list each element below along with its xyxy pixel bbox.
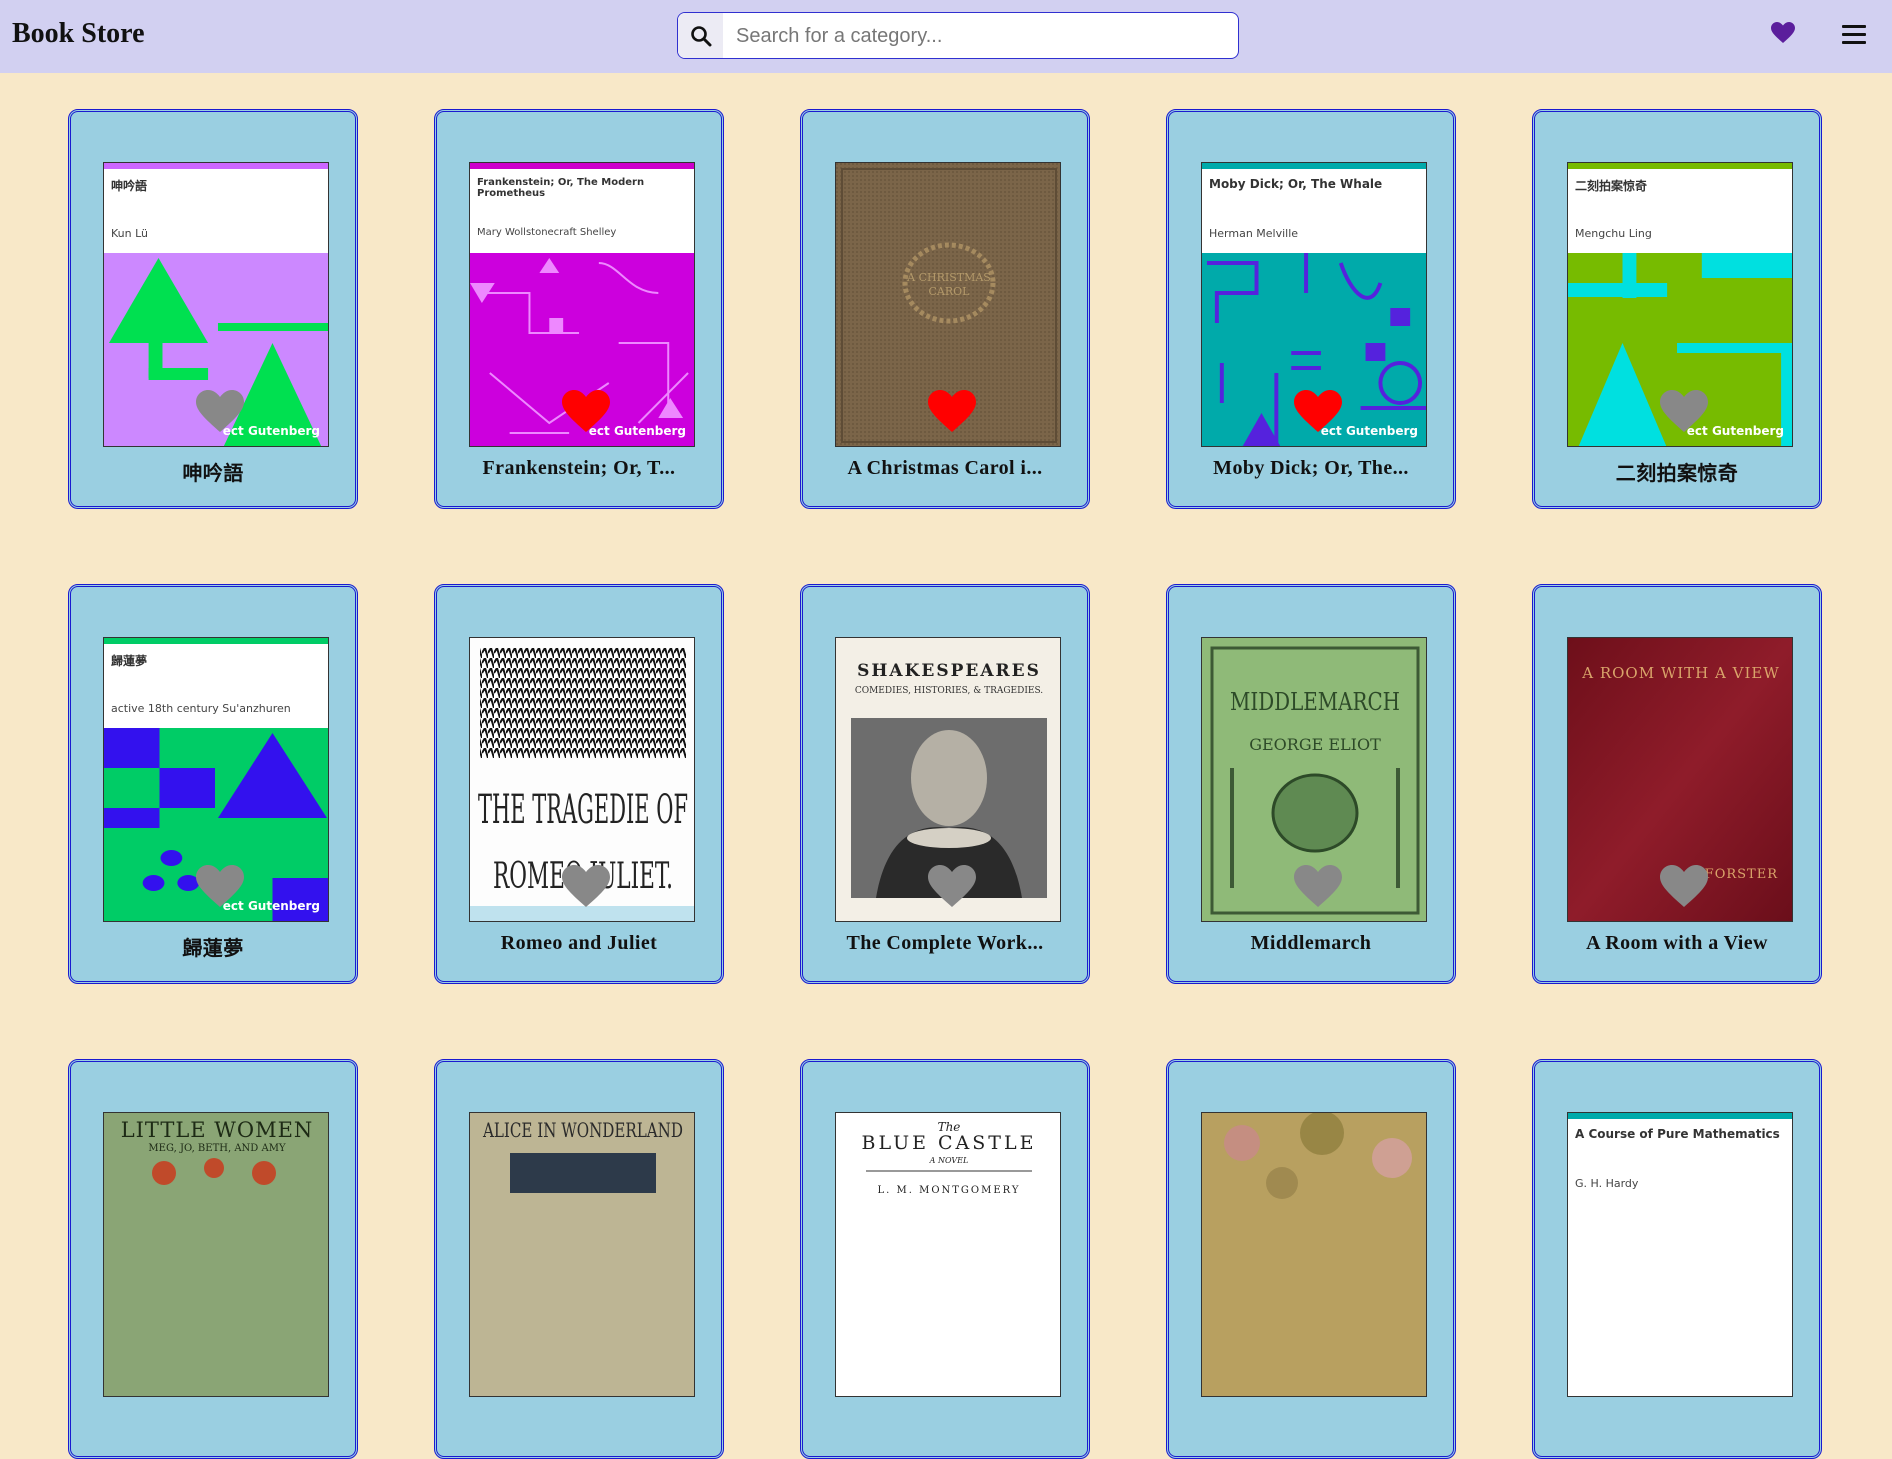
book-card[interactable]: LITTLE WOMEN MEG, JO, BETH, AND AMY xyxy=(68,1059,358,1459)
book-title[interactable]: Middlemarch xyxy=(1169,932,1453,955)
favorite-heart-icon[interactable] xyxy=(196,865,244,909)
cover-title: A Course of Pure Mathematics xyxy=(1575,1127,1780,1141)
svg-text:A ROOM WITH A VIEW: A ROOM WITH A VIEW xyxy=(1581,664,1780,682)
top-nav-bar: Book Store xyxy=(0,0,1892,73)
favorite-heart-icon[interactable] xyxy=(928,390,976,434)
cover-title: 歸蓮夢 xyxy=(111,654,148,668)
cover-title: Moby Dick; Or, The Whale xyxy=(1209,177,1383,191)
book-title[interactable]: Romeo and Juliet xyxy=(437,932,721,955)
book-card[interactable] xyxy=(1166,1059,1456,1459)
book-cover[interactable] xyxy=(1201,1112,1427,1397)
favorite-heart-icon[interactable] xyxy=(1660,390,1708,434)
svg-text:A CHRISTMAS: A CHRISTMAS xyxy=(906,271,991,284)
favorite-heart-icon[interactable] xyxy=(1294,865,1342,909)
search-box[interactable] xyxy=(677,12,1239,59)
book-cover[interactable]: LITTLE WOMEN MEG, JO, BETH, AND AMY xyxy=(103,1112,329,1397)
svg-text:LITTLE WOMEN: LITTLE WOMEN xyxy=(121,1118,314,1142)
svg-text:COMEDIES, HISTORIES, & TRAGEDI: COMEDIES, HISTORIES, & TRAGEDIES. xyxy=(855,686,1043,696)
book-title[interactable]: A Christmas Carol i... xyxy=(803,457,1087,480)
book-title[interactable]: The Complete Work... xyxy=(803,932,1087,955)
book-card[interactable]: A Course of Pure Mathematics G. H. Hardy xyxy=(1532,1059,1822,1459)
book-card[interactable]: 呻吟語 Kun Lü ect Gutenberg 呻吟語 xyxy=(68,109,358,509)
book-card[interactable]: ALICE IN WONDERLAND xyxy=(434,1059,724,1459)
cover-author: Mengchu Ling xyxy=(1575,227,1652,240)
svg-text:THE TRAGEDIE OF: THE TRAGEDIE OF xyxy=(478,787,688,833)
cover-title: 呻吟語 xyxy=(111,179,148,193)
book-title[interactable]: 呻吟語 xyxy=(71,457,355,486)
book-card[interactable]: A ROOM WITH A VIEW FORSTER A Room with a… xyxy=(1532,584,1822,984)
svg-text:BLUE CASTLE: BLUE CASTLE xyxy=(862,1132,1037,1154)
book-title[interactable]: Moby Dick; Or, The... xyxy=(1169,457,1453,480)
brand-title[interactable]: Book Store xyxy=(12,18,145,50)
svg-text:GEORGE ELIOT: GEORGE ELIOT xyxy=(1249,735,1381,754)
svg-text:CAROL: CAROL xyxy=(929,285,971,298)
book-cover[interactable]: A Course of Pure Mathematics G. H. Hardy xyxy=(1567,1112,1793,1397)
cover-title: Frankenstein; Or, The Modern Prometheus xyxy=(477,177,645,199)
favorites-heart-icon[interactable] xyxy=(1770,22,1796,49)
svg-text:FORSTER: FORSTER xyxy=(1705,867,1779,882)
book-title[interactable]: 二刻拍案惊奇 xyxy=(1535,457,1819,486)
book-card[interactable]: The BLUE CASTLE A NOVEL L. M. MONTGOMERY xyxy=(800,1059,1090,1459)
book-card[interactable]: 歸蓮夢 active 18th century Su'anzhuren ect … xyxy=(68,584,358,984)
book-title[interactable]: Frankenstein; Or, T... xyxy=(437,457,721,480)
book-cover[interactable]: ALICE IN WONDERLAND xyxy=(469,1112,695,1397)
svg-text:MIDDLEMARCH: MIDDLEMARCH xyxy=(1230,688,1400,716)
book-cover[interactable]: The BLUE CASTLE A NOVEL L. M. MONTGOMERY xyxy=(835,1112,1061,1397)
svg-text:ALICE IN WONDERLAND: ALICE IN WONDERLAND xyxy=(482,1118,683,1142)
cover-title: 二刻拍案惊奇 xyxy=(1575,179,1648,193)
svg-text:L. M. MONTGOMERY: L. M. MONTGOMERY xyxy=(877,1185,1020,1196)
cover-author: G. H. Hardy xyxy=(1575,1177,1639,1190)
search-icon[interactable] xyxy=(678,13,723,58)
cover-author: Herman Melville xyxy=(1209,227,1299,240)
svg-text:A NOVEL: A NOVEL xyxy=(929,1156,969,1165)
book-title[interactable]: 歸蓮夢 xyxy=(71,932,355,961)
favorite-heart-icon[interactable] xyxy=(562,865,610,909)
hamburger-menu-icon[interactable] xyxy=(1842,25,1866,49)
book-card[interactable]: 二刻拍案惊奇 Mengchu Ling ect Gutenberg 二刻拍案惊奇 xyxy=(1532,109,1822,509)
book-card[interactable]: MIDDLEMARCH GEORGE ELIOT Middlemarch xyxy=(1166,584,1456,984)
search-input[interactable] xyxy=(734,13,1228,58)
favorite-heart-icon[interactable] xyxy=(562,390,610,434)
book-card[interactable]: THE TRAGEDIE OF ROMEO JULIET. Romeo and … xyxy=(434,584,724,984)
book-card[interactable]: Moby Dick; Or, The Whale Herman Melville… xyxy=(1166,109,1456,509)
favorite-heart-icon[interactable] xyxy=(928,865,976,909)
svg-text:MEG, JO, BETH, AND AMY: MEG, JO, BETH, AND AMY xyxy=(148,1143,286,1154)
book-card[interactable]: SHAKESPEARES COMEDIES, HISTORIES, & TRAG… xyxy=(800,584,1090,984)
favorite-heart-icon[interactable] xyxy=(1660,865,1708,909)
cover-author: active 18th century Su'anzhuren xyxy=(111,702,291,715)
book-card[interactable]: Frankenstein; Or, The Modern Prometheus … xyxy=(434,109,724,509)
book-card[interactable]: A CHRISTMAS CAROL A Christmas Carol i... xyxy=(800,109,1090,509)
cover-author: Kun Lü xyxy=(111,227,149,240)
cover-author: Mary Wollstonecraft Shelley xyxy=(477,227,617,238)
favorite-heart-icon[interactable] xyxy=(1294,390,1342,434)
svg-text:SHAKESPEARES: SHAKESPEARES xyxy=(857,661,1041,681)
book-title[interactable]: A Room with a View xyxy=(1535,932,1819,955)
favorite-heart-icon[interactable] xyxy=(196,390,244,434)
